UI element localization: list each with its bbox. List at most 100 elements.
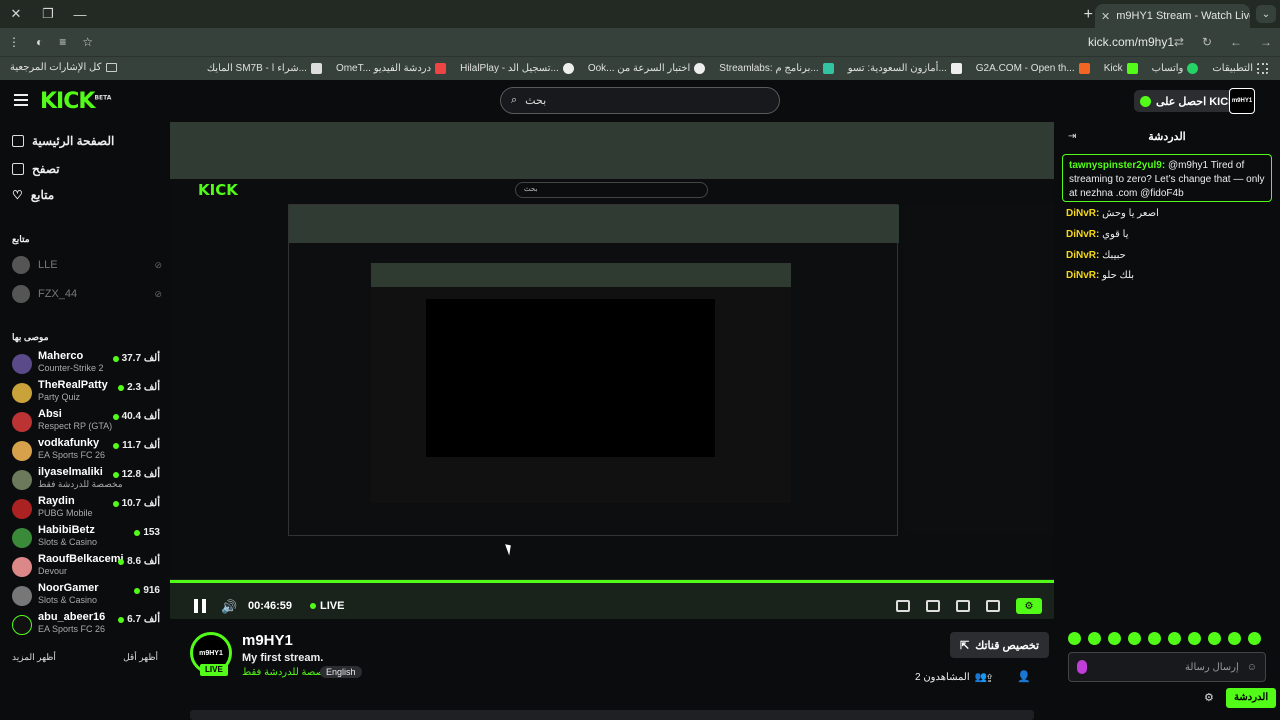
emote-icon[interactable] [1108,632,1121,645]
nav-following[interactable]: ♡ متابع [12,188,54,202]
emote-icon[interactable] [1128,632,1141,645]
show-less-link[interactable]: أظهر أقل [123,652,158,663]
bookmark-item[interactable]: OmeT... دردشة الفيديو [336,63,447,74]
recommended-item[interactable]: Raydin PUBG Mobile 10.7 ألف [12,495,160,523]
channel-category: Respect RP (GTA) [38,421,113,431]
recommended-item[interactable]: vodkafunky EA Sports FC 26 11.7 ألف [12,437,160,465]
following-item[interactable]: FZX_44 ⊘ [12,285,162,303]
emote-icon[interactable] [1248,632,1261,645]
close-window-icon[interactable]: ✕ [0,0,32,28]
bookmark-item[interactable]: المايك SM7B - شراء ا... [207,63,322,74]
recommended-item[interactable]: Absi Respect RP (GTA) 40.4 ألف [12,408,160,436]
bookmark-label: Streamlabs: برنامج م... [719,63,819,74]
bookmark-item[interactable]: Ook... اختبار السرعة من [588,63,706,74]
settings-gear-icon[interactable]: ⚙ [1016,598,1042,614]
chat-settings-icon[interactable]: ⚙ [1204,691,1214,704]
bookmark-item[interactable]: أمازون السعودية: تسو... [848,63,962,74]
show-more-link[interactable]: أظهر المزيد [12,652,56,663]
menu-icon[interactable]: ⋮ [8,35,20,49]
channel-category: Devour [38,566,68,576]
minimize-window-icon[interactable]: — [64,0,96,28]
browser-tab[interactable]: ✕ m9HY1 Stream - Watch Live [1095,4,1250,28]
channel-name: vodkafunky [38,437,100,449]
chat-send-button[interactable]: الدردشة [1226,688,1277,708]
browser-titlebar: ✕ ❐ — + ✕ m9HY1 Stream - Watch Live ⌄ [0,0,1280,28]
pip-icon[interactable] [896,600,910,612]
volume-icon[interactable]: 🔊 [221,599,237,615]
bookmark-item[interactable]: G2A.COM - Open th... [976,63,1090,74]
recommended-item[interactable]: ilyaselmaliki مخصصة للدردشة فقط 12.8 ألف [12,466,160,494]
bookmark-item[interactable]: Kick [1104,63,1138,74]
bookmark-item[interactable]: HilalPlay - تسجيل الد... [460,63,574,74]
channel-name[interactable]: m9HY1 [242,632,293,649]
follow-icon[interactable]: 👤 [1017,670,1031,683]
back-icon[interactable]: ← [1230,35,1242,49]
recommended-item[interactable]: abu_abeer16 EA Sports FC 26 6.7 ألف [12,611,160,639]
recommended-item[interactable]: RaoufBelkacemi Devour 8.6 ألف [12,553,160,581]
channel-category: Slots & Casino [38,595,98,605]
restore-window-icon[interactable]: ❐ [32,0,64,28]
chat-input[interactable]: إرسال رسالة ☺ [1068,652,1266,682]
bookmark-item[interactable]: التطبيقات [1212,63,1268,74]
chat-user[interactable]: DiNvR: [1066,208,1099,219]
bookmark-icon [562,63,574,74]
customize-channel-button[interactable]: ⇱ تخصيص قناتك [950,632,1050,658]
theater-icon[interactable] [956,600,970,612]
forward-icon[interactable]: → [1260,35,1272,49]
customize-label: تخصيص قناتك [975,639,1040,652]
chat-text: يا قوي [1102,229,1129,240]
hamburger-icon[interactable] [14,94,28,106]
nav-browse[interactable]: تصفح [12,162,60,176]
recommended-item[interactable]: Maherco Counter-Strike 2 37.7 ألف [12,350,160,378]
nav-home[interactable]: الصفحة الرئيسية [12,134,114,148]
bookmark-icon [822,63,834,74]
chat-user[interactable]: DiNvR: [1066,229,1099,240]
clip-icon[interactable] [926,600,940,612]
profile-icon[interactable]: ◐ [36,35,43,49]
content-strip [190,710,1034,720]
star-icon[interactable]: ☆ [82,35,93,49]
fullscreen-icon[interactable] [986,600,1000,612]
video-player[interactable]: KICK بحث 🔊 00:46:59 LIVE ⚙ [170,122,1054,619]
all-bookmarks[interactable]: كل الإشارات المرجعية [10,62,118,73]
recommended-item[interactable]: TheRealPatty Party Quiz 2.3 ألف [12,379,160,407]
emote-icon[interactable] [1068,632,1081,645]
chat-user[interactable]: DiNvR: [1066,270,1099,281]
live-dot [112,500,119,507]
share-icon[interactable]: ⇪ [985,672,994,685]
language-tag[interactable]: English [320,666,362,678]
close-tab-icon[interactable]: ✕ [1101,10,1110,23]
bookmark-item[interactable]: واتساب [1152,63,1199,74]
emote-icon[interactable] [1148,632,1161,645]
recommended-item[interactable]: NoorGamer Slots & Casino 916 [12,582,160,610]
reload-icon[interactable]: ↻ [1202,35,1212,49]
nested-video [426,299,715,457]
following-item[interactable]: LLE ⊘ [12,256,162,274]
tab-search-icon[interactable]: ⌄ [1256,5,1276,23]
kick-logo[interactable]: KICKBETA [40,89,111,114]
microphone-icon[interactable] [1077,660,1087,674]
progress-bar[interactable] [170,580,1054,583]
emote-icon[interactable] [1208,632,1221,645]
chat-user[interactable]: DiNvR: [1066,250,1099,261]
emote-icon[interactable] [1088,632,1101,645]
search-input[interactable]: ⌕ بحث [500,87,780,114]
emoji-icon[interactable]: ☺ [1247,662,1257,673]
pause-icon[interactable] [194,599,206,613]
emote-icon[interactable] [1188,632,1201,645]
emote-icon[interactable] [1228,632,1241,645]
nav-label: الصفحة الرئيسية [32,134,115,148]
media-icon[interactable]: ≡ [59,35,66,49]
url-field[interactable]: kick.com/m9hy1 [1088,35,1174,49]
nested-browser-bar-2 [289,205,899,243]
recommended-item[interactable]: HabibiBetz Slots & Casino 153 [12,524,160,552]
avatar [12,354,32,374]
pinned-user[interactable]: tawnyspinster2yul9: [1069,160,1165,171]
user-avatar[interactable]: m9HY1 [1229,88,1255,114]
emote-icon[interactable] [1168,632,1181,645]
bookmark-item[interactable]: Streamlabs: برنامج م... [719,63,834,74]
site-settings-icon[interactable]: ⇄ [1174,35,1184,49]
live-dot [134,587,141,594]
channel-name: Raydin [38,495,75,507]
new-tab-icon[interactable]: + [1084,6,1093,24]
